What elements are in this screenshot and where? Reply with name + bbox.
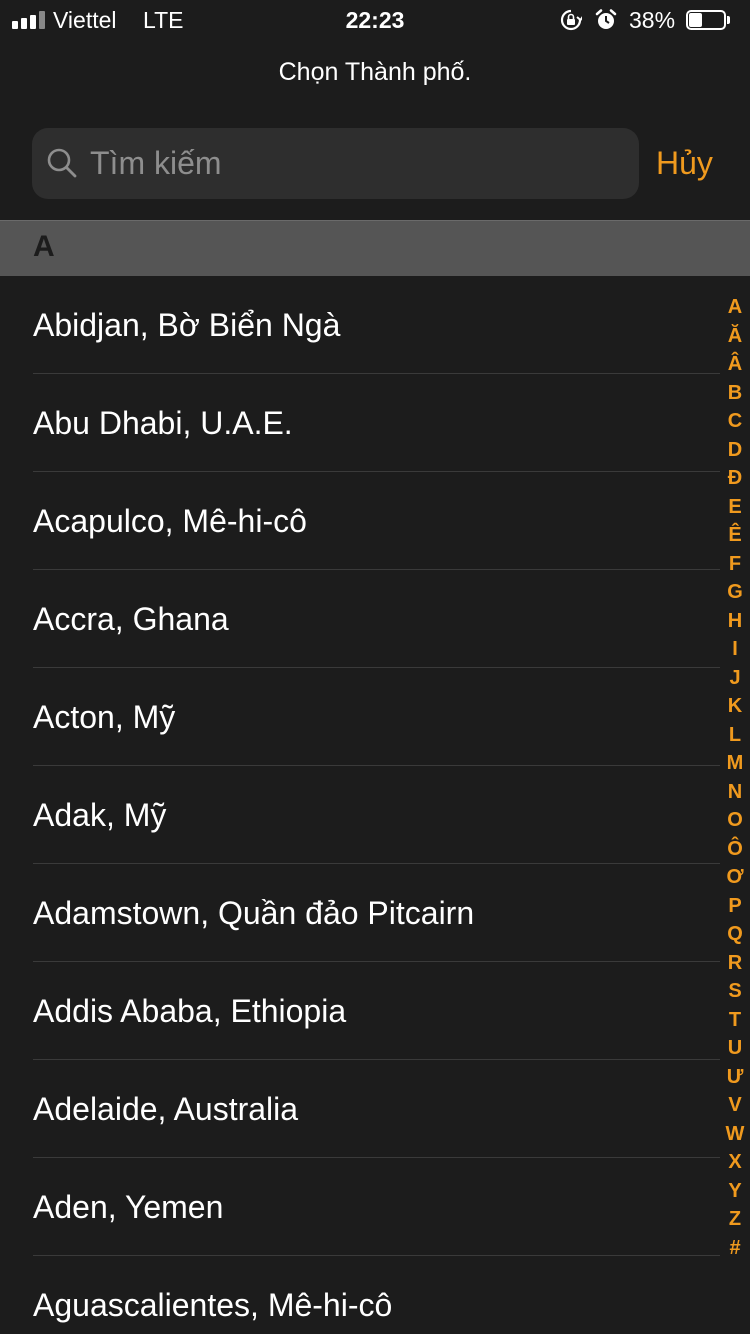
battery-percent: 38% (629, 7, 676, 33)
city-list-item[interactable]: Aden, Yemen (0, 1158, 720, 1256)
cancel-button[interactable]: Hủy (656, 145, 713, 182)
index-letter[interactable]: E (720, 493, 750, 522)
city-list-item[interactable]: Acapulco, Mê-hi-cô (0, 472, 720, 570)
city-name: Abu Dhabi, U.A.E. (33, 405, 293, 441)
city-name: Acton, Mỹ (33, 699, 176, 735)
battery-icon (686, 10, 734, 32)
city-list-item[interactable]: Abidjan, Bờ Biển Ngà (0, 276, 720, 374)
city-list: Abidjan, Bờ Biển Ngà Abu Dhabi, U.A.E. Aca… (0, 276, 720, 1334)
index-letter[interactable]: H (720, 607, 750, 636)
index-letter[interactable]: J (720, 664, 750, 693)
index-letter[interactable]: F (720, 550, 750, 579)
index-letter[interactable]: C (720, 407, 750, 436)
city-name: Acapulco, Mê-hi-cô (33, 503, 307, 539)
city-name: Aguascalientes, Mê-hi-cô (33, 1287, 393, 1323)
city-list-item[interactable]: Acton, Mỹ (0, 668, 720, 766)
index-letter[interactable]: # (720, 1234, 750, 1263)
city-list-item[interactable]: Adamstown, Quần đảo Pitcairn (0, 864, 720, 962)
index-letter[interactable]: U (720, 1034, 750, 1063)
page-title: Chọn Thành phố. (278, 58, 472, 86)
index-letter[interactable]: Ô (720, 835, 750, 864)
city-name: Aden, Yemen (33, 1189, 224, 1225)
index-letter[interactable]: R (720, 949, 750, 978)
rotation-lock-icon (560, 9, 582, 31)
network-type: LTE (143, 7, 184, 33)
city-name: Addis Ababa, Ethiopia (33, 993, 347, 1029)
index-letter[interactable]: K (720, 692, 750, 721)
index-letter[interactable]: Ê (720, 521, 750, 550)
world-clock-city-picker: Viettel LTE 22:23 38% Chọn Thành phố. Tì… (0, 0, 750, 1334)
index-letter[interactable]: Q (720, 920, 750, 949)
city-list-item[interactable]: Accra, Ghana (0, 570, 720, 668)
alarm-icon (595, 9, 617, 29)
index-letter[interactable]: Ă (720, 322, 750, 351)
search-input[interactable] (90, 128, 620, 199)
index-letter[interactable]: L (720, 721, 750, 750)
index-letter[interactable]: T (720, 1006, 750, 1035)
index-letter[interactable]: Â (720, 350, 750, 379)
city-list-item[interactable]: Adak, Mỹ (0, 766, 720, 864)
index-letter[interactable]: X (720, 1148, 750, 1177)
city-list-item[interactable]: Aguascalientes, Mê-hi-cô (0, 1256, 720, 1334)
index-letter[interactable]: W (720, 1120, 750, 1149)
city-list-item[interactable]: Addis Ababa, Ethiopia (0, 962, 720, 1060)
status-bar: Viettel LTE 22:23 38% (0, 0, 750, 40)
index-letter[interactable]: A (720, 293, 750, 322)
index-letter[interactable]: Ơ (720, 863, 750, 892)
index-letter[interactable]: Ư (720, 1063, 750, 1092)
section-header: A (0, 220, 750, 276)
index-letter[interactable]: O (720, 806, 750, 835)
index-letter[interactable]: P (720, 892, 750, 921)
index-letter[interactable]: B (720, 379, 750, 408)
index-letter[interactable]: Y (720, 1177, 750, 1206)
section-index-bar[interactable]: A Ă Â B C D Đ E Ê F G H I J K L M N O Ô Ơ P Q R S T U Ư V W X Y Z # (720, 293, 750, 1262)
index-letter[interactable]: S (720, 977, 750, 1006)
index-letter[interactable]: D (720, 436, 750, 465)
search-icon (47, 148, 77, 178)
index-letter[interactable]: N (720, 778, 750, 807)
section-header-letter: A (33, 230, 55, 263)
search-bar[interactable] (32, 128, 639, 199)
city-name: Adak, Mỹ (33, 797, 167, 833)
city-name: Accra, Ghana (33, 601, 229, 637)
index-letter[interactable]: Đ (720, 464, 750, 493)
signal-strength-icon (12, 11, 46, 29)
index-letter[interactable]: Z (720, 1205, 750, 1234)
city-name: Adelaide, Australia (33, 1091, 299, 1127)
index-letter[interactable]: I (720, 635, 750, 664)
city-name: Adamstown, Quần đảo Pitcairn (33, 895, 475, 931)
index-letter[interactable]: V (720, 1091, 750, 1120)
index-letter[interactable]: M (720, 749, 750, 778)
city-list-item[interactable]: Abu Dhabi, U.A.E. (0, 374, 720, 472)
index-letter[interactable]: G (720, 578, 750, 607)
carrier-name: Viettel (53, 7, 117, 33)
city-name: Abidjan, Bờ Biển Ngà (33, 307, 341, 343)
city-list-item[interactable]: Adelaide, Australia (0, 1060, 720, 1158)
